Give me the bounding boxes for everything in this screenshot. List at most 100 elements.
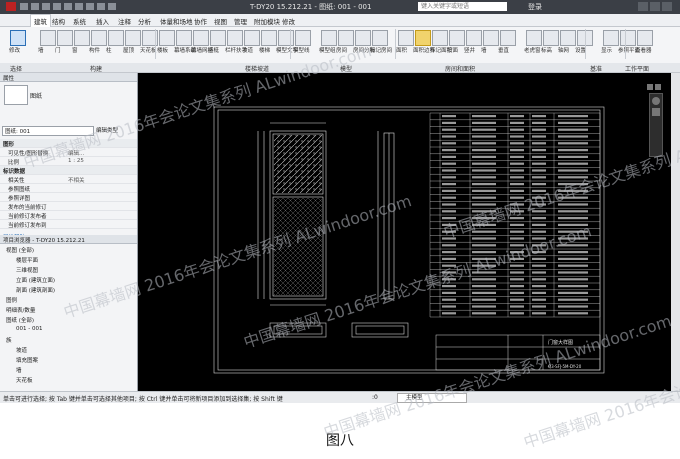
ribbon-button-15-icon[interactable] — [295, 30, 311, 46]
property-row[interactable]: 相关性 不相关 — [0, 175, 137, 184]
ribbon-button-16-icon[interactable] — [321, 30, 337, 46]
tab-9[interactable]: 管理 — [234, 16, 247, 26]
zoom-icon[interactable] — [652, 108, 660, 116]
login-link[interactable]: 登录 — [528, 2, 542, 12]
tab-10[interactable]: 附加模块 — [254, 16, 280, 26]
open-icon[interactable] — [20, 3, 28, 10]
tab-5[interactable]: 分析 — [138, 16, 151, 26]
undo-icon[interactable] — [42, 3, 50, 10]
property-row[interactable]: 参照图纸 — [0, 184, 137, 193]
close-view-icon[interactable] — [655, 84, 661, 90]
restore-icon[interactable] — [647, 84, 653, 90]
tab-8[interactable]: 视图 — [214, 16, 227, 26]
tab-11[interactable]: 修改 — [282, 16, 295, 26]
property-row[interactable]: 参照详图 — [0, 193, 137, 202]
maximize-icon[interactable] — [650, 2, 660, 11]
tab-2[interactable]: 系统 — [73, 16, 86, 26]
property-group[interactable]: 图形 — [0, 139, 137, 148]
browser-item[interactable]: 剖面 (建筑剖面) — [16, 286, 55, 294]
search-input[interactable]: 键入关键字或短语 — [418, 2, 507, 11]
tab-3[interactable]: 插入 — [96, 16, 109, 26]
browser-item[interactable]: 视图 (全部) — [6, 246, 34, 254]
instance-selector[interactable]: 图纸: 001 — [2, 126, 94, 136]
ribbon-button-5-icon[interactable] — [125, 30, 141, 46]
ribbon-button-17-icon[interactable] — [338, 30, 354, 46]
ribbon-button-29-icon[interactable] — [560, 30, 576, 46]
property-row[interactable]: 比例 1 : 25 — [0, 157, 137, 166]
ribbon-button-20-icon[interactable] — [398, 30, 414, 46]
edit-type-button[interactable]: 编辑类型 — [96, 126, 118, 134]
text-icon[interactable] — [86, 3, 94, 10]
ribbon-button-28-icon[interactable] — [543, 30, 559, 46]
ribbon-button-32-icon[interactable] — [620, 30, 636, 46]
property-row[interactable]: 发布的当前修订 — [0, 202, 137, 211]
browser-item[interactable]: 图纸 (全部) — [6, 316, 34, 324]
ribbon-button-11-icon[interactable] — [227, 30, 243, 46]
property-row[interactable]: 当前修订发布到 — [0, 220, 137, 229]
navigation-bar[interactable] — [649, 93, 663, 157]
property-row[interactable]: 当前修订发布者 — [0, 211, 137, 220]
ribbon-button-3-icon[interactable] — [91, 30, 107, 46]
ribbon-button-22-icon[interactable] — [432, 30, 448, 46]
ribbon-button-10-icon[interactable] — [210, 30, 226, 46]
ribbon-button-26-icon[interactable] — [500, 30, 516, 46]
ribbon-button-13-icon[interactable] — [261, 30, 277, 46]
ribbon-button-7-icon[interactable] — [159, 30, 175, 46]
application-menu-button[interactable] — [6, 2, 16, 11]
property-value[interactable]: 不相关 — [68, 176, 85, 184]
property-group[interactable]: 标识数据 — [0, 166, 137, 175]
print-icon[interactable] — [64, 3, 72, 10]
active-model-select[interactable]: 主模型 — [397, 393, 467, 403]
property-value[interactable]: 1 : 25 — [68, 158, 84, 164]
measure-icon[interactable] — [75, 3, 83, 10]
browser-item[interactable]: 楼层平面 — [16, 256, 38, 264]
ribbon-button-9-icon[interactable] — [193, 30, 209, 46]
tab-6[interactable]: 体量和场地 — [160, 16, 193, 26]
browser-item[interactable]: 图例 — [6, 296, 17, 304]
redo-icon[interactable] — [53, 3, 61, 10]
ribbon-button-4-icon[interactable] — [108, 30, 124, 46]
ribbon-button-8-icon[interactable] — [176, 30, 192, 46]
browser-item[interactable]: 三维视图 — [16, 266, 38, 274]
browser-item[interactable]: 坡道 — [16, 346, 27, 354]
tab-1[interactable]: 结构 — [52, 16, 65, 26]
browser-item[interactable]: 天花板 — [16, 376, 33, 384]
ribbon-button-27-icon[interactable] — [526, 30, 542, 46]
3d-view-icon[interactable] — [97, 3, 105, 10]
modify-icon[interactable] — [10, 30, 26, 46]
save-icon[interactable] — [31, 3, 39, 10]
instance-selector-value: 图纸: 001 — [5, 129, 31, 135]
ribbon-button-1-icon[interactable] — [57, 30, 73, 46]
ribbon-button-25-icon[interactable] — [483, 30, 499, 46]
ribbon-button-21-icon[interactable] — [415, 30, 431, 46]
browser-item[interactable]: 立面 (建筑立面) — [16, 276, 55, 284]
ribbon-button-31-icon[interactable] — [603, 30, 619, 46]
property-row[interactable]: 可见性/图形替换 编辑... — [0, 148, 137, 157]
tab-4[interactable]: 注释 — [118, 16, 131, 26]
ribbon-button-2-icon[interactable] — [74, 30, 90, 46]
browser-item[interactable]: 墙 — [16, 366, 22, 374]
quick-access-toolbar[interactable] — [20, 3, 140, 11]
ribbon-button-0-icon[interactable] — [40, 30, 56, 46]
ribbon-button-19-label: 标记房间 — [370, 48, 393, 54]
ribbon-button-18-icon[interactable] — [355, 30, 371, 46]
ribbon-button-12-icon[interactable] — [244, 30, 260, 46]
tab-0[interactable]: 建筑 — [30, 14, 51, 28]
browser-item[interactable]: 填充图案 — [16, 356, 38, 364]
minimize-icon[interactable] — [638, 2, 648, 11]
browser-item[interactable]: 明细表/数量 — [6, 306, 35, 314]
steering-wheel-icon[interactable] — [652, 97, 660, 105]
vertical-scrollbar[interactable] — [671, 73, 680, 391]
browser-item[interactable]: 001 - 001 — [16, 326, 42, 332]
browser-item[interactable]: 族 — [6, 336, 12, 344]
close-icon[interactable] — [662, 2, 672, 11]
section-icon[interactable] — [108, 3, 116, 10]
ribbon-button-19-icon[interactable] — [372, 30, 388, 46]
tab-7[interactable]: 协作 — [194, 16, 207, 26]
ribbon-button-23-icon[interactable] — [449, 30, 465, 46]
ribbon-button-24-icon[interactable] — [466, 30, 482, 46]
ribbon-button-14-icon[interactable] — [278, 30, 294, 46]
drawing-area[interactable]: 门窗大样图 Q3-SFJ-5M-DY-20 — [138, 73, 671, 391]
ribbon-button-33-icon[interactable] — [637, 30, 653, 46]
property-value[interactable]: 编辑... — [68, 149, 84, 157]
